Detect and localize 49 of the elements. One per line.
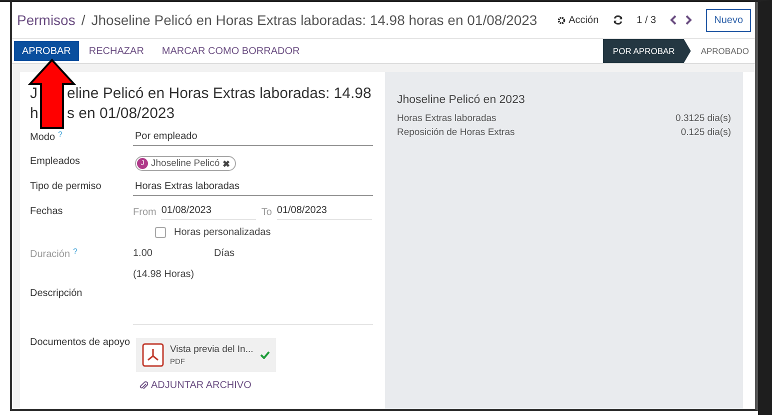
field-label: Documentos de apoyo (30, 337, 130, 348)
duration-unit: Días (214, 247, 236, 259)
status-stage[interactable]: APROBADO (690, 39, 755, 63)
form-title: s en 01/08/2023 (67, 104, 175, 123)
duration-hours: (14.98 Horas) (133, 268, 196, 280)
summary-value: 0.3125 dia(s) (676, 113, 731, 124)
status-stage[interactable]: POR APROBAR (602, 39, 691, 63)
duration-value: 1.00 (133, 247, 154, 259)
field-label: Tipo de permiso (30, 181, 102, 192)
help-marker: ? (58, 130, 62, 139)
to-label: To (261, 207, 272, 218)
summary-label: Reposición de Horas Extras (397, 127, 515, 138)
action-button[interactable]: MARCAR COMO BORRADOR (154, 41, 308, 61)
pdf-icon (142, 343, 164, 367)
record-title: Jhoseline Pelicó en Horas Extras laboradas: 14.98 horas en 01/08/2023 (91, 12, 538, 28)
action-button[interactable]: RECHAZAR (80, 41, 152, 61)
form-title: eline Pelicó en Horas Extras laboradas: 14.98 (67, 84, 372, 104)
remove-icon[interactable]: ✖ (222, 158, 231, 168)
text-field[interactable]: Por empleado (133, 127, 373, 146)
field-label: Duración (30, 249, 70, 260)
text-field[interactable]: Horas Extras laboradas (133, 177, 373, 196)
breadcrumb-link[interactable]: Permisos (17, 12, 76, 28)
pager: 1 / 3 (636, 14, 656, 26)
field-label: Modo (30, 132, 56, 143)
file-name: Vista previa del In... (170, 344, 254, 355)
action-menu[interactable]: Acción (556, 14, 599, 26)
help-marker: ? (73, 247, 78, 256)
from-label: From (133, 207, 156, 218)
summary-title: Jhoseline Pelicó en 2023 (397, 94, 526, 106)
checkbox-label: Horas personalizadas (174, 227, 271, 238)
action-button[interactable]: APROBAR (14, 41, 79, 61)
previous-icon[interactable] (670, 15, 678, 25)
field-label: Empleados (30, 156, 80, 167)
gear-icon (556, 16, 566, 24)
date-field[interactable]: 01/08/2023 (276, 205, 372, 220)
summary-value: 0.125 dia(s) (680, 127, 731, 138)
checkbox[interactable] (155, 227, 166, 238)
refresh-icon[interactable] (612, 15, 623, 25)
summary-label: Horas Extras laboradas (397, 113, 496, 124)
form-title: h (30, 104, 40, 123)
attach-file-link[interactable]: ADJUNTAR ARCHIVO (139, 380, 373, 391)
next-icon[interactable] (685, 15, 692, 25)
new-button[interactable]: Nuevo (706, 8, 751, 32)
field-label: Fechas (30, 206, 63, 217)
date-field[interactable]: 01/08/2023 (161, 205, 256, 220)
breadcrumb-separator: / (81, 12, 86, 28)
form-title: J (30, 84, 38, 104)
field-label: Descripción (30, 288, 82, 299)
paperclip-icon (139, 381, 148, 390)
